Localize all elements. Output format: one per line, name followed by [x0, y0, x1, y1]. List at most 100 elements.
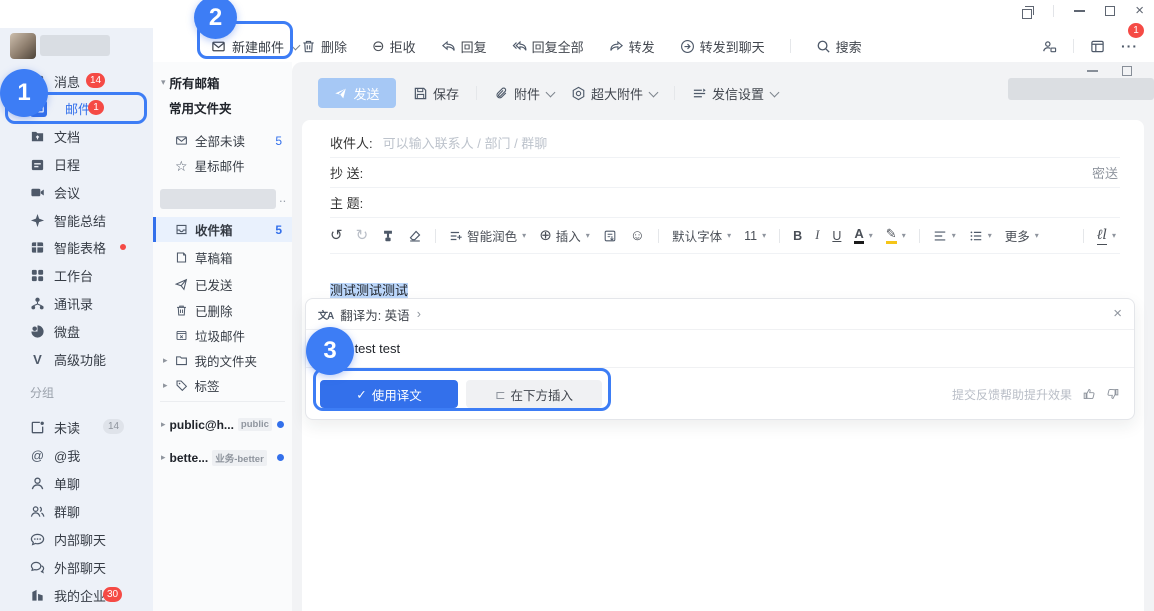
triangle-down-icon: ▾	[727, 231, 731, 240]
all-mailboxes-header[interactable]: ▾ 所有邮箱	[153, 70, 292, 95]
sidebar-item-workbench[interactable]: 工作台	[0, 263, 153, 287]
avatar[interactable]	[10, 33, 36, 59]
account-better[interactable]: ▸ bette... 业务-better	[153, 445, 292, 470]
signature-button[interactable]: ℓl ▾	[1097, 227, 1116, 245]
layout-icon[interactable]	[1090, 39, 1105, 54]
chevron-down-icon	[649, 87, 659, 97]
bold-button[interactable]: B	[793, 229, 802, 243]
sidebar-item-advanced[interactable]: V 高级功能	[0, 347, 153, 371]
reply-button[interactable]: 回复	[441, 37, 487, 56]
sidebar-item-label: @我	[54, 446, 80, 465]
triangle-down-icon: ▾	[902, 231, 906, 240]
cc-field[interactable]: 抄 送: 密送	[330, 158, 1120, 188]
italic-button[interactable]: I	[815, 228, 819, 243]
sidebar-item-docs[interactable]: 文档	[0, 124, 153, 148]
underline-button[interactable]: U	[832, 229, 841, 243]
list-button[interactable]: ▾	[969, 229, 992, 243]
font-size-select[interactable]: 11▾	[744, 229, 766, 243]
redacted-account	[160, 189, 276, 209]
delete-button[interactable]: 删除	[301, 37, 347, 56]
maximize-window-icon[interactable]	[1105, 6, 1115, 16]
send-button[interactable]: 发送	[318, 78, 396, 108]
folder-starred[interactable]: ☆ 星标邮件	[153, 153, 292, 178]
send-settings-button[interactable]: 发信设置	[692, 84, 778, 103]
font-family-select[interactable]: 默认字体▾	[672, 226, 731, 245]
reject-button[interactable]: ⊖ 拒收	[372, 37, 416, 56]
redo-icon[interactable]: ↻	[356, 228, 369, 243]
align-button[interactable]: ▾	[933, 229, 956, 243]
close-icon[interactable]: ×	[1113, 305, 1122, 322]
notification-dot	[120, 244, 126, 250]
undo-icon[interactable]: ↺	[330, 228, 343, 243]
redacted-account-bar	[1008, 78, 1154, 100]
folder-inbox[interactable]: 收件箱 5	[153, 217, 292, 242]
ai-polish-button[interactable]: 智能润色▾	[449, 226, 526, 245]
compose-maximize-icon[interactable]	[1122, 66, 1132, 76]
email-body[interactable]: 测试测试测试	[330, 280, 1120, 299]
sidebar-item-contacts[interactable]: 通讯录	[0, 291, 153, 315]
emoji-icon[interactable]: ☺	[630, 228, 645, 243]
chevron-down-icon	[770, 87, 780, 97]
sidebar-item-at-me[interactable]: @ @我	[0, 443, 153, 467]
to-label: 收件人:	[330, 133, 373, 152]
sidebar-item-ai-summary[interactable]: 智能总结	[0, 208, 153, 232]
folder-icon	[175, 354, 188, 367]
attachment-button[interactable]: 附件	[494, 84, 554, 103]
folder-sent[interactable]: 已发送	[153, 272, 292, 297]
folder-drafts[interactable]: 草稿箱	[153, 245, 292, 270]
insert-button[interactable]: ⊕ 插入▾	[539, 226, 590, 245]
save-button[interactable]: 保存	[413, 84, 459, 103]
quote-insert-icon[interactable]	[603, 229, 617, 243]
sidebar-item-label: 单聊	[54, 474, 80, 493]
forward-to-chat-button[interactable]: 转发到聊天	[680, 37, 765, 56]
large-attachment-button[interactable]: 超大附件	[571, 84, 657, 103]
popout-window-icon[interactable]	[1022, 6, 1033, 17]
subject-label: 主 题:	[330, 193, 363, 212]
mail-toolbar: 新建邮件 删除 ⊖ 拒收 回复 回复全部 转发	[153, 28, 1154, 62]
sidebar-item-direct-chat[interactable]: 单聊	[0, 471, 153, 495]
align-icon	[933, 229, 947, 243]
search-button[interactable]: 搜索	[816, 37, 862, 56]
forward-button[interactable]: 转发	[609, 37, 655, 56]
font-color-button[interactable]: A ▾	[854, 227, 872, 244]
to-field[interactable]: 收件人: 可以输入联系人 / 部门 / 群聊	[330, 128, 1120, 158]
minimize-window-icon[interactable]	[1074, 10, 1085, 12]
close-window-icon[interactable]: ×	[1135, 6, 1144, 16]
sidebar-item-unread[interactable]: 未读 14	[0, 415, 153, 439]
bcc-toggle[interactable]: 密送	[1092, 163, 1118, 182]
folder-my-folders[interactable]: ▸ 我的文件夹	[153, 348, 292, 373]
at-icon: @	[30, 448, 45, 463]
more-format-button[interactable]: 更多▾	[1005, 226, 1039, 245]
contact-card-icon[interactable]	[1042, 39, 1057, 54]
thumbs-up-icon[interactable]	[1082, 387, 1096, 401]
account-public[interactable]: ▸ public@h... public	[153, 412, 292, 437]
sidebar-item-smart-table[interactable]: 智能表格	[0, 235, 153, 259]
sidebar-item-drive[interactable]: 微盘	[0, 319, 153, 343]
reply-all-button[interactable]: 回复全部	[512, 37, 584, 56]
folder-junk[interactable]: 垃圾邮件	[153, 323, 292, 348]
sidebar-item-calendar[interactable]: 日程	[0, 152, 153, 176]
sidebar-item-internal-chat[interactable]: 内部聊天	[0, 527, 153, 551]
sidebar-item-label: 内部聊天	[54, 530, 106, 549]
sidebar-item-label: 外部聊天	[54, 558, 106, 577]
folder-count: 5	[275, 134, 282, 148]
translate-target[interactable]: 翻译为: 英语	[340, 305, 409, 324]
thumbs-down-icon[interactable]	[1106, 387, 1120, 401]
folder-all-unread[interactable]: 全部未读 5	[153, 128, 292, 153]
format-divider	[658, 229, 659, 243]
clear-format-icon[interactable]	[408, 229, 422, 243]
compose-minimize-icon[interactable]	[1087, 70, 1098, 72]
highlight-button[interactable]: ✎ ▾	[886, 227, 906, 244]
sidebar-item-my-company[interactable]: 我的企业 30	[0, 583, 153, 607]
draft-icon	[175, 251, 188, 264]
account-more-dots[interactable]: ..	[279, 190, 286, 205]
sidebar-item-meetings[interactable]: 会议	[0, 180, 153, 204]
subject-field[interactable]: 主 题:	[330, 188, 1120, 218]
more-menu-icon[interactable]: ···	[1121, 38, 1138, 54]
sidebar-item-group-chat[interactable]: 群聊	[0, 499, 153, 523]
sidebar-item-external-chat[interactable]: 外部聊天	[0, 555, 153, 579]
folder-tags[interactable]: ▸ 标签	[153, 373, 292, 398]
folder-deleted[interactable]: 已删除	[153, 298, 292, 323]
format-painter-icon[interactable]	[381, 229, 395, 243]
annotation-step-3: 3	[306, 327, 354, 375]
